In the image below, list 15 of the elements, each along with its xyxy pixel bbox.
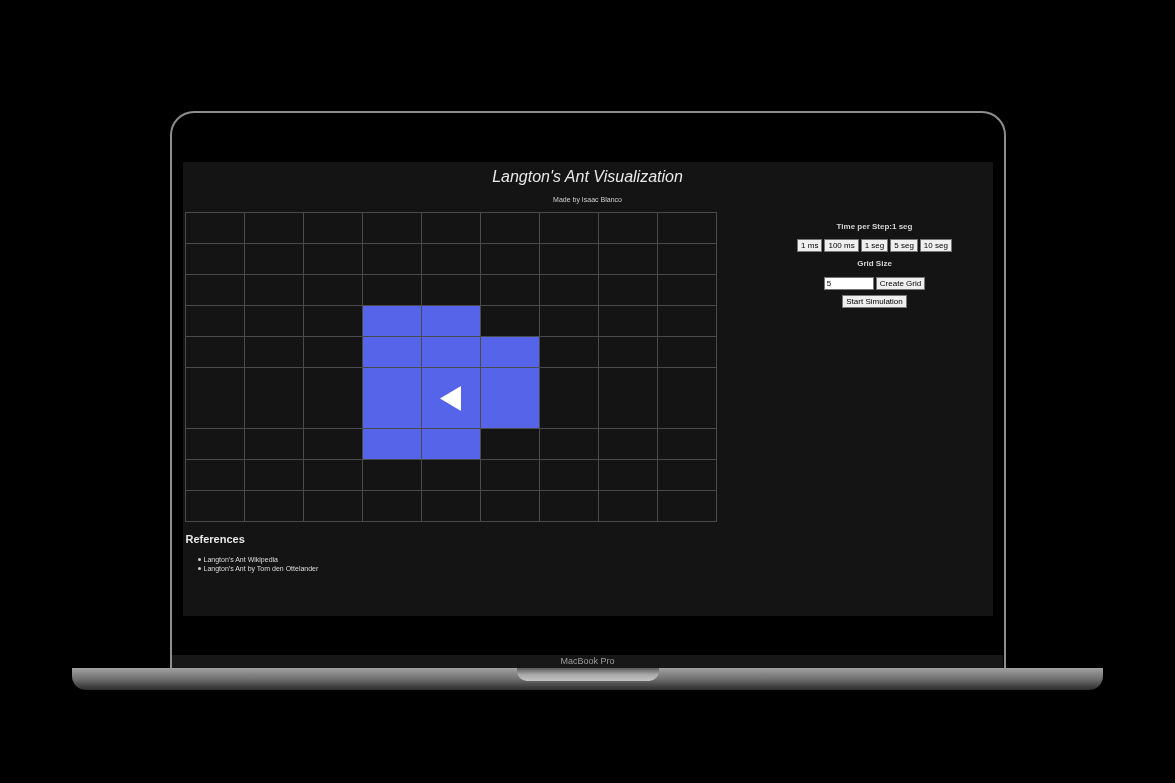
speed-button[interactable]: 1 seg [860, 239, 889, 252]
grid-size-input[interactable]: 5 [823, 277, 874, 290]
speed-button[interactable]: 10 seg [919, 239, 952, 252]
speed-button[interactable]: 1 ms [797, 239, 823, 252]
speed-button[interactable]: 5 seg [890, 239, 918, 252]
page-title: Langton's Ant Visualization [492, 167, 683, 187]
bullet-icon [197, 567, 201, 570]
start-simulation-button[interactable]: Start Simulation [842, 295, 907, 308]
create-grid-button[interactable]: Create Grid [875, 277, 926, 290]
grid-size-label: Grid Size [857, 259, 892, 269]
references-heading: References [185, 532, 246, 546]
speed-button[interactable]: 100 ms [824, 239, 859, 252]
bullet-icon [197, 558, 201, 561]
time-per-step-label: Time per Step:1 seg [836, 222, 913, 232]
brand-label: MacBook Pro [560, 656, 615, 667]
